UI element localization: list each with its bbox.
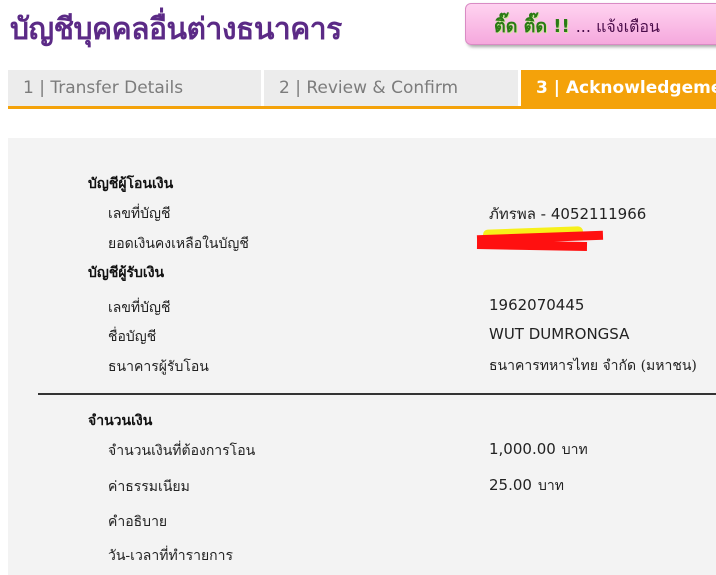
balance-redaction-mark xyxy=(476,226,607,254)
from-account-heading: บัญชีผู้โอนเงิน xyxy=(88,176,174,192)
step-indicator: 1 | Transfer Details 2 | Review & Confir… xyxy=(8,70,716,109)
to-account-name-value: WUT DUMRONGSA xyxy=(489,325,630,343)
receiving-bank-value: ธนาคารทหารไทย จำกัด (มหาชน) xyxy=(489,358,697,374)
alert-promo-banner[interactable]: ติ๊ด ติ๊ด !! ... แจ้งเตือน xyxy=(465,3,716,45)
page-title: บัญชีบุคคลอื่นต่างธนาคาร xyxy=(10,12,342,47)
fee-number: 25.00 xyxy=(489,476,532,494)
transfer-amount-value: 1,000.00 บาท xyxy=(489,439,588,461)
section-divider xyxy=(38,393,716,395)
fee-value: 25.00 บาท xyxy=(489,475,564,497)
transfer-amount-currency: บาท xyxy=(561,442,588,458)
step-acknowledgement: 3 | Acknowledgement xyxy=(521,70,716,106)
from-account-number-label: เลขที่บัญชี xyxy=(108,206,171,222)
transaction-datetime-label: วัน-เวลาที่ทำรายการ xyxy=(108,548,234,564)
balance-label: ยอดเงินคงเหลือในบัญชี xyxy=(108,236,249,252)
fee-currency: บาท xyxy=(537,478,564,494)
to-account-heading: บัญชีผู้รับเงิน xyxy=(88,265,165,281)
to-account-number-label: เลขที่บัญชี xyxy=(108,300,171,316)
receiving-bank-label: ธนาคารผู้รับโอน xyxy=(108,359,209,375)
to-account-name-label: ชื่อบัญชี xyxy=(108,329,157,345)
fee-label: ค่าธรรมเนียม xyxy=(108,479,190,495)
description-label: คำอธิบาย xyxy=(108,514,168,530)
from-account-number-value: ภัทรพล - 4052111966 xyxy=(489,205,647,223)
transfer-amount-label: จำนวนเงินที่ต้องการโอน xyxy=(108,443,256,459)
transfer-amount-number: 1,000.00 xyxy=(489,440,556,458)
to-account-number-value: 1962070445 xyxy=(489,296,585,314)
step-transfer-details: 1 | Transfer Details xyxy=(8,70,264,106)
promo-badge: ติ๊ด ติ๊ด !! xyxy=(494,16,570,37)
step-review-confirm: 2 | Review & Confirm xyxy=(264,70,521,106)
promo-text: ... แจ้งเตือน xyxy=(575,17,660,36)
amount-heading: จำนวนเงิน xyxy=(88,413,153,429)
